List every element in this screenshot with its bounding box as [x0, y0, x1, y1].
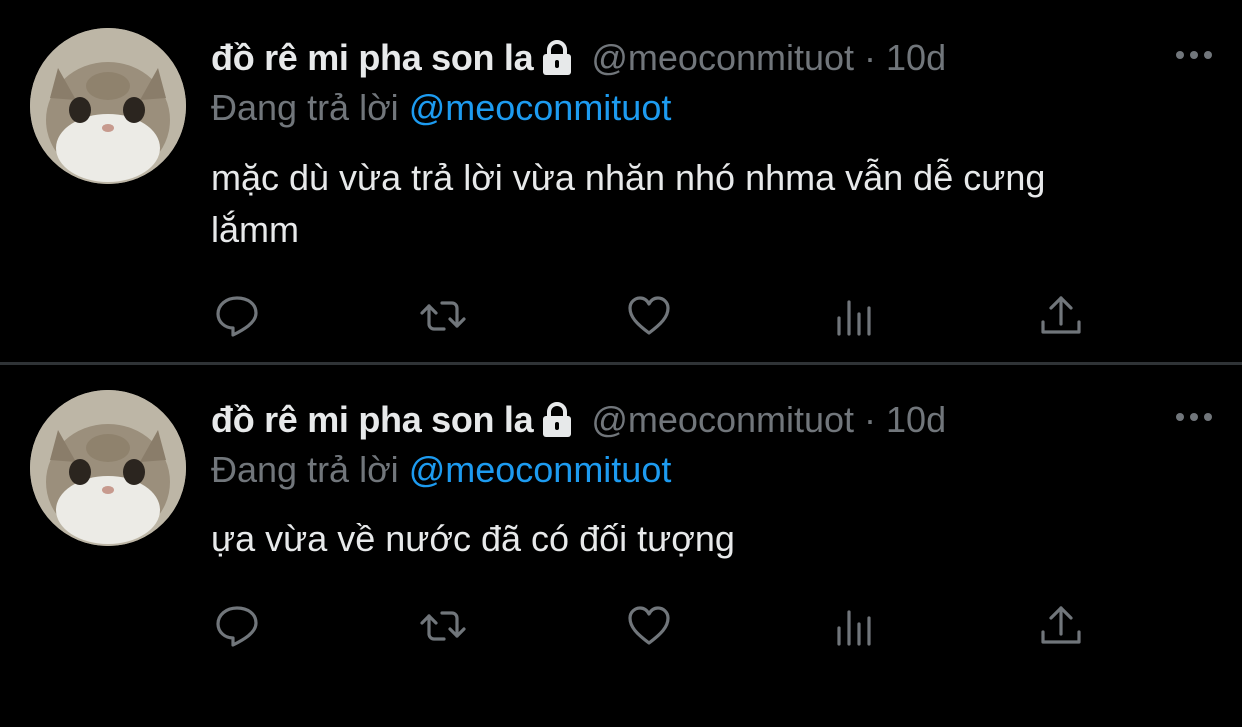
handle[interactable]: @meoconmituot: [591, 34, 854, 82]
like-icon: [628, 606, 670, 645]
lock-icon: [543, 402, 572, 437]
views-button[interactable]: [830, 291, 880, 341]
views-button[interactable]: [830, 601, 880, 651]
reply-context: Đang trả lời @meoconmituot: [211, 446, 671, 494]
views-icon: [837, 300, 871, 336]
tweet[interactable]: đồ rê mi pha son la @meoconmituot · 10d …: [0, 0, 1242, 362]
views-icon: [837, 610, 871, 646]
timestamp[interactable]: 10d: [886, 396, 946, 444]
retweet-button[interactable]: [418, 601, 468, 651]
avatar[interactable]: [30, 390, 186, 546]
tweet-header: đồ rê mi pha son la @meoconmituot · 10d: [211, 34, 946, 82]
timestamp[interactable]: 10d: [886, 34, 946, 82]
cat-avatar-image: [30, 390, 186, 546]
reply-button[interactable]: [212, 601, 262, 651]
share-button[interactable]: [1036, 291, 1086, 341]
retweet-icon: [420, 301, 466, 331]
reply-prefix: Đang trả lời: [211, 87, 399, 128]
tweet-text: mặc dù vừa trả lời vừa nhăn nhó nhma vẫn…: [211, 157, 1046, 250]
reply-context: Đang trả lời @meoconmituot: [211, 84, 671, 132]
handle[interactable]: @meoconmituot: [591, 396, 854, 444]
reply-icon: [216, 296, 258, 337]
like-button[interactable]: [624, 291, 674, 341]
action-bar: [212, 291, 1092, 341]
display-name[interactable]: đồ rê mi pha son la: [211, 34, 534, 82]
separator-dot: ·: [864, 37, 877, 78]
more-icon[interactable]: [1174, 38, 1214, 72]
like-icon: [628, 296, 670, 335]
more-icon[interactable]: [1174, 400, 1214, 434]
tweet[interactable]: đồ rê mi pha son la @meoconmituot · 10d …: [0, 365, 1242, 727]
retweet-icon: [420, 611, 466, 641]
reply-mention-link[interactable]: @meoconmituot: [409, 449, 672, 490]
separator-dot: ·: [864, 399, 877, 440]
share-button[interactable]: [1036, 601, 1086, 651]
reply-mention-link[interactable]: @meoconmituot: [409, 87, 672, 128]
cat-avatar-image: [30, 28, 186, 184]
reply-icon: [216, 606, 258, 647]
retweet-button[interactable]: [418, 291, 468, 341]
avatar[interactable]: [30, 28, 186, 184]
reply-prefix: Đang trả lời: [211, 449, 399, 490]
share-icon: [1041, 606, 1081, 644]
lock-icon: [543, 40, 572, 75]
action-bar: [212, 601, 1092, 651]
tweet-header: đồ rê mi pha son la @meoconmituot · 10d: [211, 396, 946, 444]
share-icon: [1041, 296, 1081, 334]
like-button[interactable]: [624, 601, 674, 651]
display-name[interactable]: đồ rê mi pha son la: [211, 396, 534, 444]
tweet-text: ựa vừa về nước đã có đối tượng: [211, 518, 735, 559]
reply-button[interactable]: [212, 291, 262, 341]
